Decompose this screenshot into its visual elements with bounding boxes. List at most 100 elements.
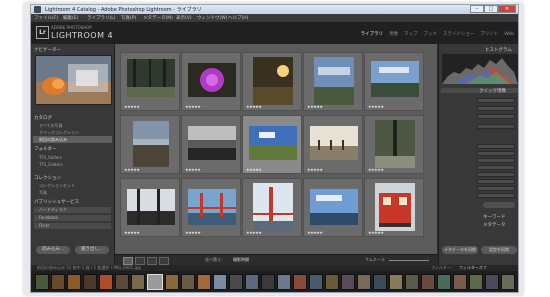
filmstrip-thumb[interactable] — [357, 274, 371, 290]
filmstrip-thumb[interactable] — [229, 274, 243, 290]
grid-cell[interactable]: ★★★★★ — [364, 115, 424, 174]
histogram-header[interactable]: ヒストグラム — [485, 47, 512, 53]
filmstrip-thumb[interactable] — [373, 274, 387, 290]
tone-whites[interactable] — [477, 172, 515, 177]
filmstrip-thumb[interactable] — [309, 274, 323, 290]
tone-clarity[interactable] — [477, 186, 515, 191]
publish-item-flickr[interactable]: Flickr — [34, 223, 111, 229]
filmstrip-thumb[interactable] — [67, 274, 81, 290]
collection-item-2[interactable]: 写真 — [39, 190, 47, 196]
filmstrip-thumb[interactable] — [293, 274, 307, 290]
folders-header[interactable]: フォルダー — [34, 146, 57, 152]
filmstrip-thumb[interactable] — [389, 274, 403, 290]
module-slideshow[interactable]: スライドショー — [443, 32, 475, 37]
catalog-item-all[interactable]: すべての写真 — [39, 123, 63, 129]
filmstrip-thumb-selected[interactable] — [147, 274, 163, 290]
menu-library[interactable]: ライブラリ(L) — [87, 15, 116, 21]
module-map[interactable]: マップ — [404, 32, 418, 37]
compare-view-button[interactable] — [147, 257, 157, 265]
rating-stars[interactable]: ★★★★★ — [246, 104, 262, 109]
folder-item-1[interactable]: TFS_folders — [39, 155, 62, 160]
grid-cell[interactable]: ★★★★★ — [181, 52, 241, 111]
publish-header[interactable]: パブリッシュサービス — [34, 199, 79, 205]
rating-stars[interactable]: ★★★★★ — [124, 104, 140, 109]
sync-metadata-button[interactable]: メタデータを同期 — [442, 246, 478, 254]
filmstrip-thumb[interactable] — [99, 274, 113, 290]
collections-header[interactable]: コレクション — [34, 175, 61, 181]
module-develop[interactable]: 現像 — [389, 32, 398, 37]
publish-item-harddisk[interactable]: ハードディスク — [34, 207, 111, 213]
keywording-header[interactable]: キーワード — [483, 214, 506, 220]
export-button[interactable]: 書き出し... — [75, 246, 109, 254]
reset-all-button[interactable] — [483, 202, 515, 208]
filmstrip-thumb[interactable] — [115, 274, 129, 290]
filmstrip-thumb[interactable] — [213, 274, 227, 290]
navigator-preview[interactable] — [35, 55, 112, 105]
minimize-button[interactable]: – — [470, 5, 484, 13]
menu-view[interactable]: 表示(V) — [176, 15, 192, 21]
rating-stars[interactable]: ★★★★★ — [246, 167, 262, 172]
filmstrip-thumb[interactable] — [245, 274, 259, 290]
sync-settings-button[interactable]: 設定を同期 — [481, 246, 517, 254]
grid-cell[interactable]: ★★★★★ — [242, 52, 302, 111]
navigator-header[interactable]: ナビゲーター — [34, 47, 61, 53]
filmstrip-thumb[interactable] — [35, 274, 49, 290]
menu-photo[interactable]: 写真(P) — [121, 15, 136, 21]
tone-shadows[interactable] — [477, 165, 515, 170]
menu-help[interactable]: ヘルプ(H) — [228, 15, 248, 21]
tone-blacks[interactable] — [477, 179, 515, 184]
grid-cell[interactable]: ★★★★★ — [181, 178, 241, 237]
quick-develop-header[interactable]: クイック現像 — [479, 88, 506, 94]
filmstrip-thumb[interactable] — [421, 274, 435, 290]
menu-metadata[interactable]: メタデータ(M) — [143, 15, 173, 21]
filmstrip-thumb[interactable] — [341, 274, 355, 290]
grid-cell[interactable]: ★★★★★ — [181, 115, 241, 174]
qd-treatment-field[interactable] — [477, 114, 515, 119]
menu-file[interactable]: ファイル(F) — [34, 15, 58, 21]
filmstrip-thumb[interactable] — [51, 274, 65, 290]
import-button[interactable]: 読み込み... — [36, 246, 70, 254]
close-button[interactable]: ✕ — [498, 5, 516, 13]
filmstrip-thumb[interactable] — [83, 274, 97, 290]
filmstrip-thumb[interactable] — [437, 274, 451, 290]
rating-stars[interactable]: ★★★★★ — [185, 167, 201, 172]
grid-view-button[interactable] — [123, 257, 133, 265]
grid-cell[interactable]: ★★★★★ — [364, 52, 424, 111]
grid-cell[interactable]: ★★★★★ — [120, 178, 180, 237]
module-book[interactable]: ブック — [423, 32, 437, 37]
catalog-item-previous-row[interactable]: 前回の読み込み — [33, 136, 112, 143]
rating-stars[interactable]: ★★★★★ — [246, 230, 262, 235]
rating-stars[interactable]: ★★★★★ — [368, 230, 384, 235]
grid-cell[interactable]: ★★★★★ — [120, 52, 180, 111]
qd-crop-field[interactable] — [477, 106, 515, 111]
grid-cell[interactable]: ★★★★★ — [120, 115, 180, 174]
menu-edit[interactable]: 編集(E) — [63, 15, 78, 21]
rating-stars[interactable]: ★★★★★ — [185, 230, 201, 235]
rating-stars[interactable]: ★★★★★ — [124, 167, 140, 172]
rating-stars[interactable]: ★★★★★ — [307, 104, 323, 109]
sort-dropdown[interactable]: 撮影時間 — [233, 257, 249, 263]
rating-stars[interactable]: ★★★★★ — [368, 167, 384, 172]
filmstrip-thumb[interactable] — [325, 274, 339, 290]
grid-cell[interactable]: ★★★★★ — [242, 178, 302, 237]
rating-stars[interactable]: ★★★★★ — [307, 230, 323, 235]
filmstrip-thumb[interactable] — [485, 274, 499, 290]
tone-highlights[interactable] — [477, 158, 515, 163]
grid-cell[interactable]: ★★★★★ — [303, 52, 363, 111]
collection-item-1[interactable]: コレクションセット — [39, 183, 75, 189]
rating-stars[interactable]: ★★★★★ — [185, 104, 201, 109]
rating-stars[interactable]: ★★★★★ — [124, 230, 140, 235]
qd-wb-field[interactable] — [477, 124, 515, 129]
filmstrip-thumb[interactable] — [261, 274, 275, 290]
thumbnail-size-slider[interactable] — [389, 260, 429, 261]
maximize-button[interactable]: □ — [484, 5, 498, 13]
filmstrip-thumb[interactable] — [165, 274, 179, 290]
filmstrip-thumb[interactable] — [469, 274, 483, 290]
filmstrip-thumb[interactable] — [453, 274, 467, 290]
qd-preset-field[interactable] — [477, 98, 515, 103]
filmstrip-thumb[interactable] — [181, 274, 195, 290]
module-library[interactable]: ライブラリ — [361, 32, 384, 37]
folder-item-2[interactable]: TFS_Folders — [39, 162, 63, 167]
tone-contrast[interactable] — [477, 151, 515, 156]
grid-cell[interactable]: ★★★★★ — [303, 115, 363, 174]
